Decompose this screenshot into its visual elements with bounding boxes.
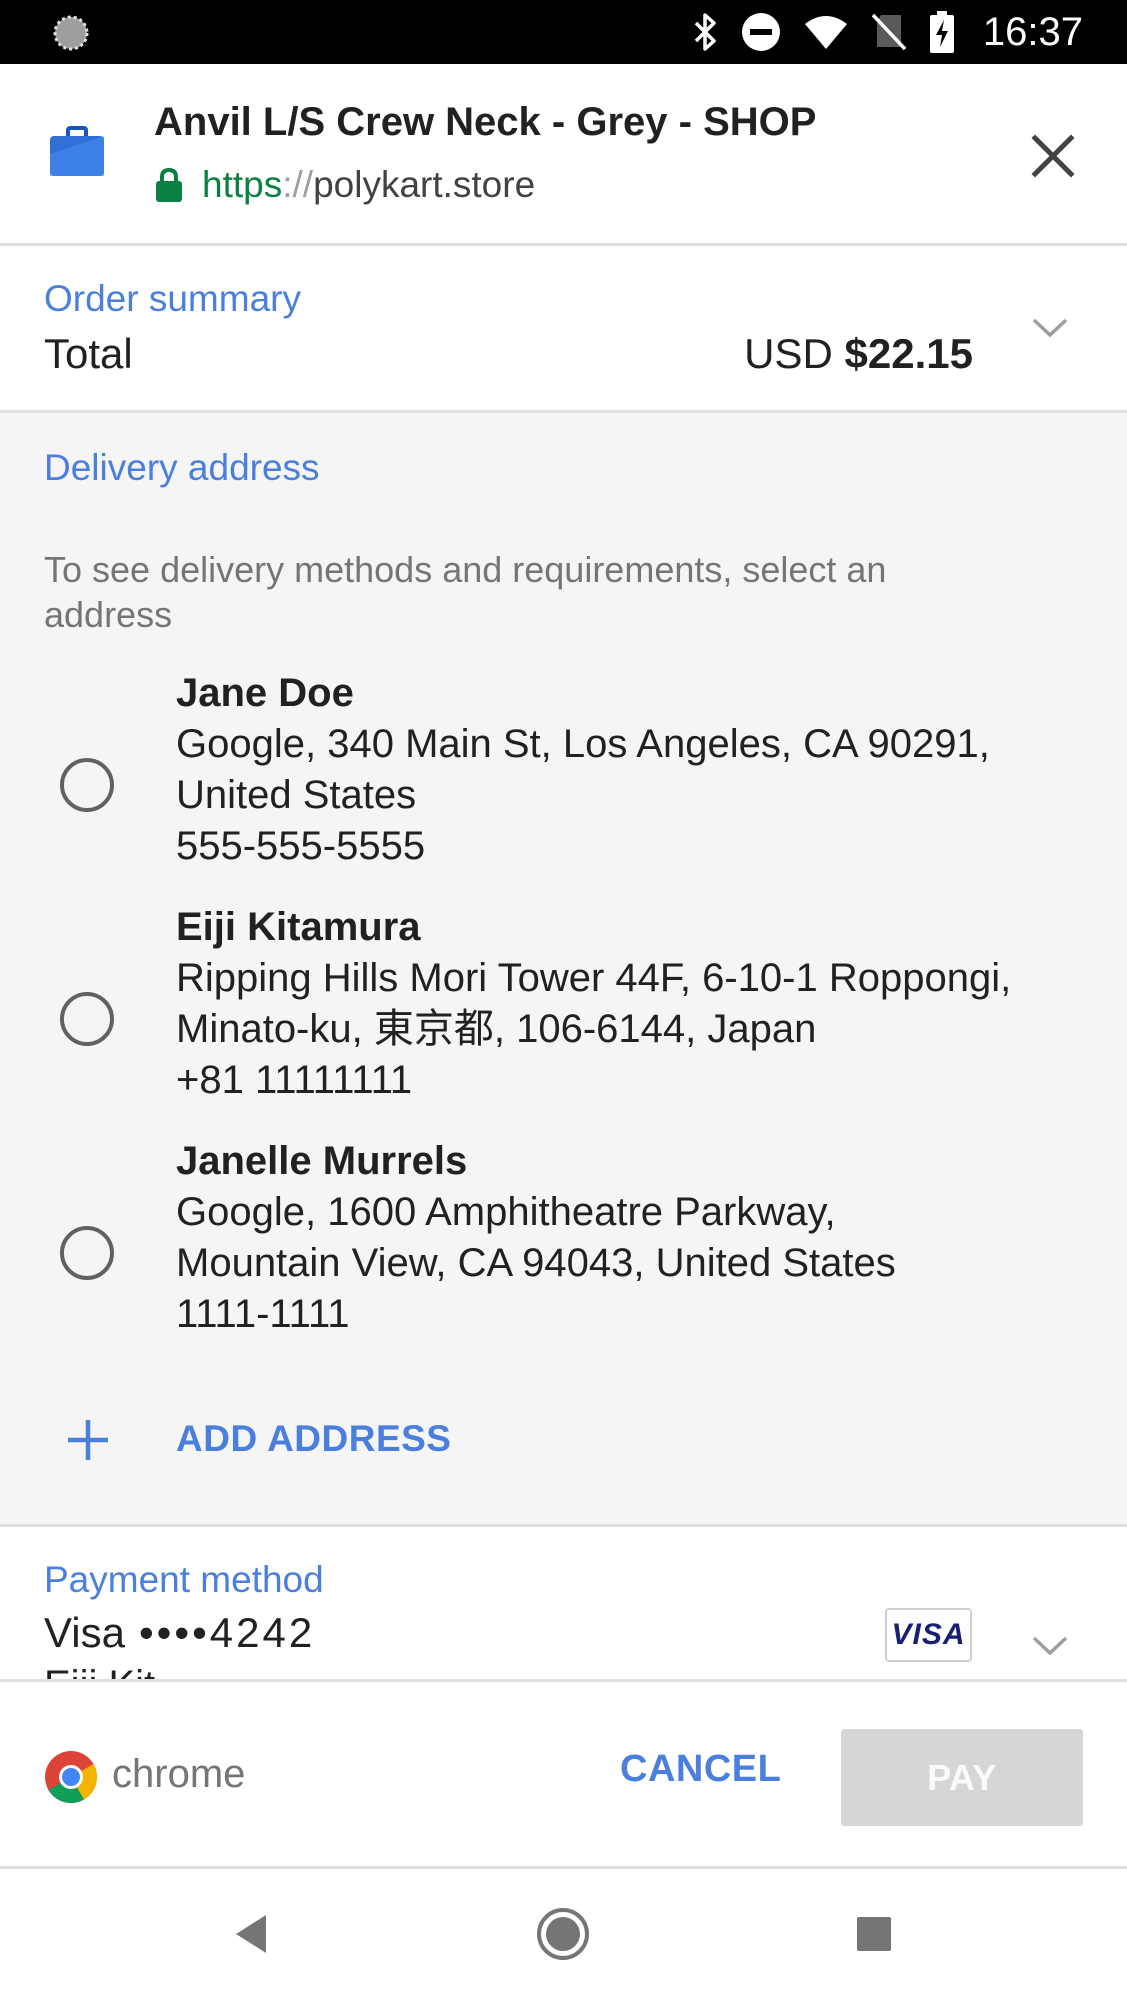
- shop-bag-icon: [50, 126, 104, 176]
- url-scheme: https: [202, 164, 283, 205]
- address-line2: United States: [176, 773, 417, 817]
- home-icon[interactable]: [536, 1907, 590, 1961]
- address-option-eiji-kitamura[interactable]: Eiji Kitamura Ripping Hills Mori Tower 4…: [0, 902, 1127, 1122]
- address-name: Jane Doe: [176, 671, 354, 715]
- add-address-label: ADD ADDRESS: [176, 1418, 452, 1459]
- origin-url: https://polykart.store: [154, 164, 535, 206]
- payment-sheet-footer: chrome CANCEL PAY: [0, 1679, 1127, 1869]
- add-address-button[interactable]: ADD ADDRESS: [0, 1398, 1127, 1488]
- delivery-address-label: Delivery address: [44, 447, 320, 488]
- url-host: polykart.store: [313, 164, 536, 205]
- address-text: Eiji Kitamura Ripping Hills Mori Tower 4…: [176, 902, 1011, 1106]
- address-line2: Minato-ku, 東京都, 106-6144, Japan: [176, 1007, 817, 1051]
- payment-method-label: Payment method: [44, 1559, 324, 1600]
- status-bar: 16:37: [0, 0, 1127, 64]
- chevron-down-icon[interactable]: [1031, 316, 1069, 340]
- battery-charging-icon: [929, 11, 954, 53]
- radio-button[interactable]: [60, 1226, 114, 1280]
- bluetooth-icon: [694, 13, 716, 51]
- address-phone: +81 11111111: [176, 1058, 413, 1102]
- order-summary-label: Order summary: [44, 278, 301, 319]
- loading-spinner-icon: [53, 15, 89, 51]
- total-value: $22.15: [844, 330, 973, 377]
- delivery-hint: To see delivery methods and requirements…: [44, 549, 887, 635]
- address-name: Eiji Kitamura: [176, 905, 421, 949]
- delivery-address-section: Delivery address To see delivery methods…: [0, 413, 1127, 1527]
- payment-method-section[interactable]: Payment method Visa ••••4242 Eiji Kit VIS…: [0, 1527, 1127, 1679]
- card-summary: Visa ••••4242: [44, 1609, 315, 1657]
- address-option-jane-doe[interactable]: Jane Doe Google, 340 Main St, Los Angele…: [0, 668, 1127, 888]
- radio-button[interactable]: [60, 992, 114, 1046]
- close-icon[interactable]: [1027, 130, 1079, 182]
- payment-sheet-header: Anvil L/S Crew Neck - Grey - SHOP https:…: [0, 64, 1127, 246]
- address-text: Jane Doe Google, 340 Main St, Los Angele…: [176, 668, 990, 872]
- address-line1: Google, 340 Main St, Los Angeles, CA 902…: [176, 722, 990, 766]
- address-phone: 555-555-5555: [176, 824, 426, 868]
- address-line1: Ripping Hills Mori Tower 44F, 6-10-1 Rop…: [176, 956, 1012, 1000]
- visa-logo-icon: VISA: [885, 1608, 972, 1662]
- pay-button[interactable]: PAY: [841, 1729, 1083, 1826]
- card-brand: Visa: [44, 1609, 125, 1656]
- address-name: Janelle Murrels: [176, 1139, 468, 1183]
- url-separator: ://: [282, 164, 314, 205]
- plus-icon: [68, 1420, 108, 1460]
- status-time: 16:37: [982, 9, 1083, 54]
- chrome-logo-icon: [45, 1751, 97, 1803]
- total-amount: USD $22.15: [744, 330, 973, 378]
- card-number-masked: ••••4242: [138, 1609, 316, 1656]
- wifi-icon: [804, 16, 847, 49]
- radio-button[interactable]: [60, 758, 114, 812]
- card-holder: Eiji Kit: [44, 1663, 155, 1679]
- do-not-disturb-icon: [741, 13, 780, 51]
- address-line2: Mountain View, CA 94043, United States: [176, 1241, 896, 1285]
- chevron-down-icon[interactable]: [1031, 1634, 1069, 1658]
- address-option-janelle-murrels[interactable]: Janelle Murrels Google, 1600 Amphitheatr…: [0, 1136, 1127, 1356]
- total-label: Total: [44, 330, 133, 377]
- lock-icon: [156, 167, 182, 202]
- address-text: Janelle Murrels Google, 1600 Amphitheatr…: [176, 1136, 896, 1340]
- address-line1: Google, 1600 Amphitheatre Parkway,: [176, 1190, 836, 1234]
- order-summary-section[interactable]: Order summary Total USD $22.15: [0, 246, 1127, 413]
- no-sim-icon: [871, 13, 907, 51]
- address-phone: 1111-1111: [176, 1292, 350, 1336]
- back-icon[interactable]: [226, 1907, 280, 1961]
- system-nav-bar: [0, 1869, 1127, 1999]
- total-currency: USD: [744, 330, 833, 377]
- recents-icon[interactable]: [847, 1907, 901, 1961]
- cancel-button[interactable]: CANCEL: [620, 1748, 781, 1791]
- chrome-brand-text: chrome: [112, 1752, 246, 1796]
- page-title: Anvil L/S Crew Neck - Grey - SHOP: [154, 100, 817, 144]
